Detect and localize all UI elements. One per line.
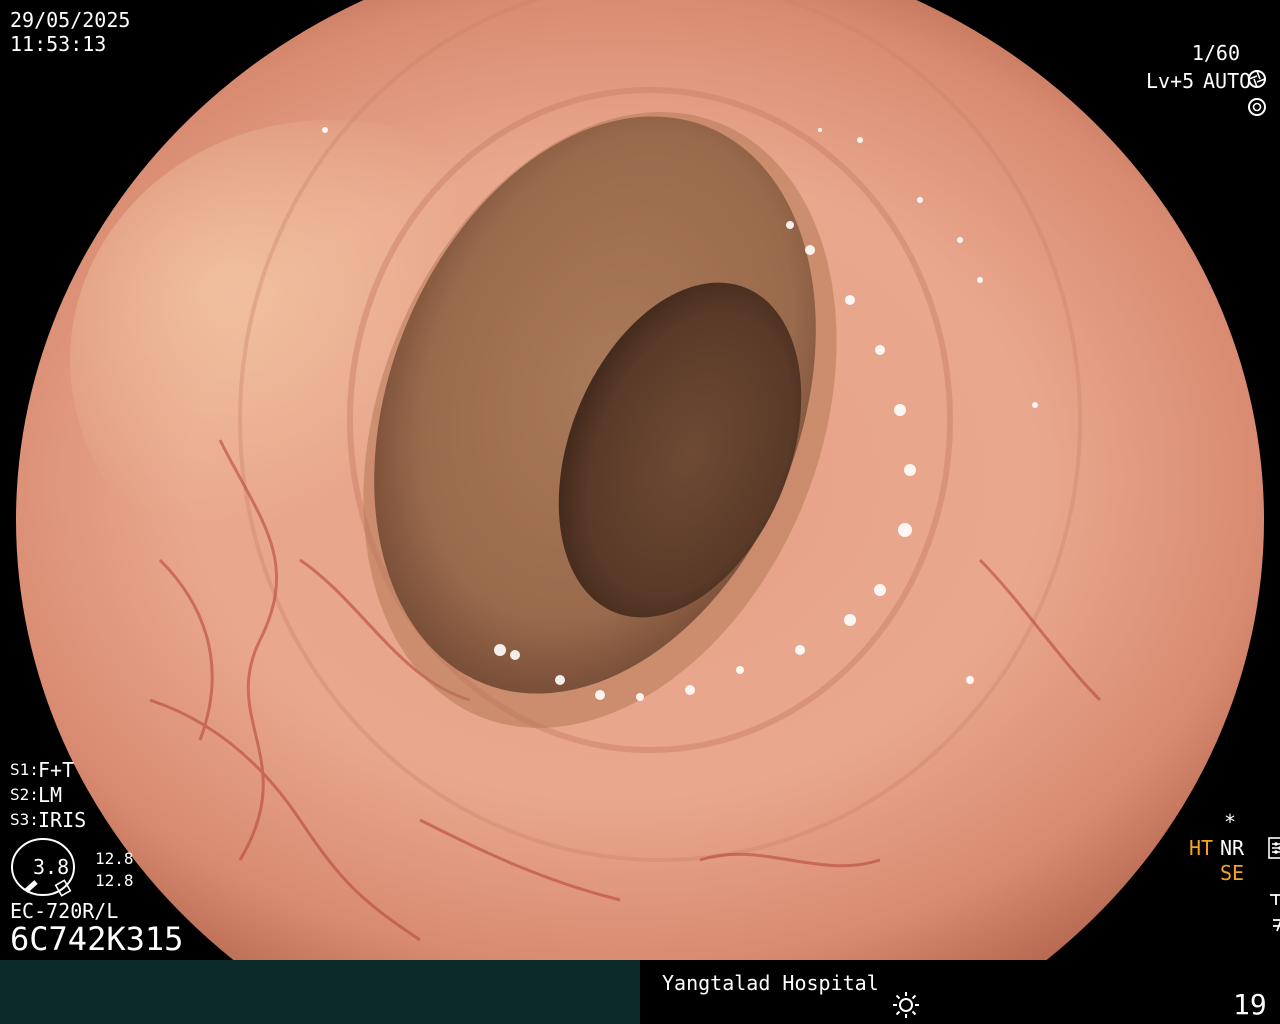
settings-icon [1244,810,1280,859]
s1-value: F+T [38,758,75,782]
sun-icon [891,990,921,1024]
gauge-bottom-value: 12.8 [95,871,134,890]
image-count: 19 [1233,988,1267,1021]
s2-value: LM [38,783,63,807]
iris-icon [1222,69,1268,118]
s1-key: S1: [10,760,39,779]
footer-right-panel: Yangtalad Hospital 19 [641,960,1280,1024]
date-text: 29/05/2025 [10,8,131,32]
s2-key: S2: [10,785,39,804]
colon-lumen-image [16,0,1264,960]
hospital-name: Yangtalad Hospital [662,971,879,995]
scope-serial: 6C742K315 [10,920,184,958]
ht-indicator: HT [1189,836,1214,860]
se-indicator: SE [1220,861,1245,885]
s3-value: IRIS [38,808,87,832]
not-equal-icon [1246,885,1280,934]
asterisk-indicator: * [1224,810,1237,834]
footer-left-panel [0,960,640,1024]
nr-indicator: NR [1220,836,1245,860]
endoscope-view [0,0,1280,960]
time-text: 11:53:13 [10,32,107,56]
gauge-top-value: 12.8 [95,849,134,868]
s3-key: S3: [10,810,39,829]
gauge-value: 3.8 [33,855,70,879]
footer-bar: Yangtalad Hospital 19 [0,960,1280,1024]
light-level: Lv+5 [1146,69,1195,93]
